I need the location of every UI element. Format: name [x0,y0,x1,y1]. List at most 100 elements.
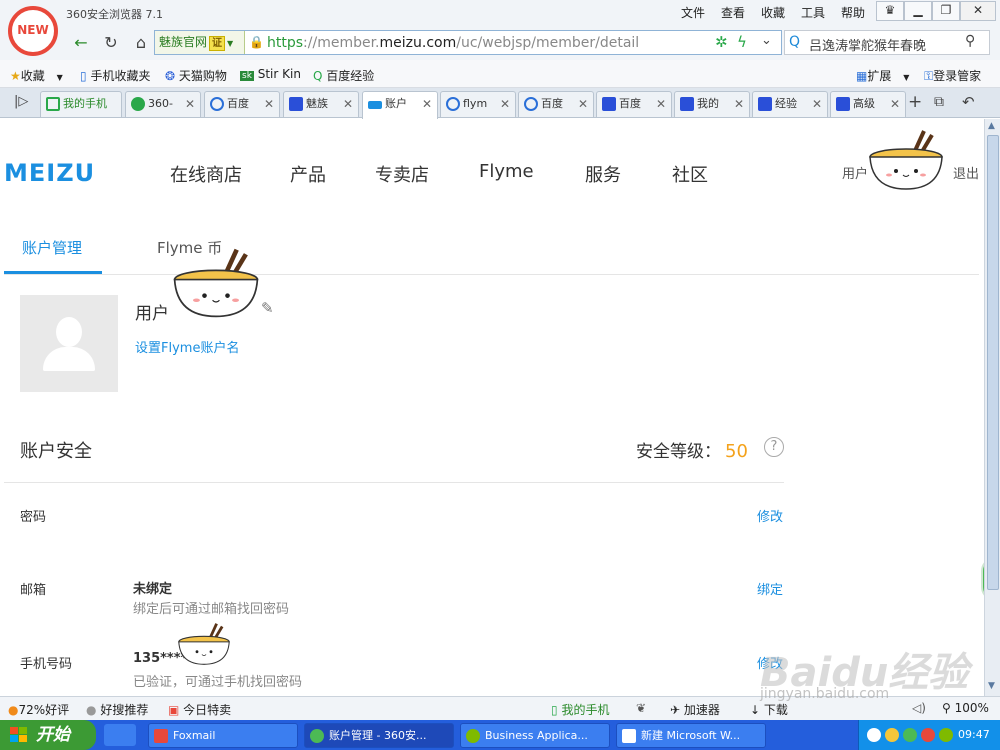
close-tab-icon[interactable]: ✕ [812,92,822,116]
menu-file[interactable]: 文件 [681,4,705,21]
refresh-icon[interactable]: ↻ [100,32,122,54]
status-my-phone[interactable]: ▯ 我的手机 [551,701,609,718]
plus-icon [131,97,145,111]
tab-my-phone[interactable]: 我的手机 [40,91,122,117]
nav-community[interactable]: 社区 [672,161,708,187]
nav-online-store[interactable]: 在线商店 [170,161,242,187]
search-input[interactable]: Q 吕逸涛掌舵猴年春晚 ⚲ [784,30,990,55]
email-bind-link[interactable]: 绑定 [757,579,783,598]
home-icon[interactable]: ⌂ [130,32,152,54]
browser-logo[interactable]: NEW [8,6,58,56]
bookmark-mobile[interactable]: ▯ 手机收藏夹 [80,67,150,84]
status-rating[interactable]: ●72%好评 [8,701,69,718]
avatar-head [56,317,82,347]
menu-tools[interactable]: 工具 [801,4,825,21]
close-tab-icon[interactable]: ✕ [500,92,510,116]
taskbar-foxmail[interactable]: Foxmail [148,723,298,748]
close-tab-icon[interactable]: ✕ [422,92,432,116]
scroll-down-icon[interactable]: ▼ [988,681,995,691]
close-tab-icon[interactable]: ✕ [734,92,744,116]
tab-jingyan[interactable]: 经验 ✕ [752,91,828,117]
close-tab-icon[interactable]: ✕ [185,92,195,116]
tab-360[interactable]: 360- ✕ [125,91,201,117]
volume-icon[interactable]: ◁) [912,701,926,715]
tab-account[interactable]: 账户 ✕ [362,91,438,119]
set-flyme-name-link[interactable]: 设置Flyme账户名 [135,337,239,356]
url-text[interactable]: https://member.meizu.com/uc/webjsp/membe… [267,35,639,51]
status-deals[interactable]: ▣ 今日特卖 [168,701,231,718]
sidebar-toggle-icon[interactable]: |▷ [14,94,28,109]
tab-mine[interactable]: 我的 ✕ [674,91,750,117]
nav-products[interactable]: 产品 [290,161,326,187]
meizu-logo[interactable]: MEIZU [4,159,95,187]
tab-advanced[interactable]: 高级 ✕ [830,91,906,117]
vertical-scrollbar[interactable]: ▲ ▼ [984,119,1000,696]
menu-help[interactable]: 帮助 [841,4,865,21]
taskbar-business-app[interactable]: Business Applica... [460,723,610,748]
tab-list-icon[interactable]: ⧉ [934,94,944,110]
back-icon[interactable]: ← [70,32,92,54]
close-tab-icon[interactable]: ✕ [890,92,900,116]
tray-icon[interactable] [921,728,935,742]
status-accelerator[interactable]: ✈ 加速器 [670,701,720,718]
close-tab-icon[interactable]: ✕ [656,92,666,116]
scrollbar-thumb[interactable] [987,135,999,590]
leaf-icon[interactable]: ❦ [636,701,646,715]
avatar[interactable] [20,295,118,392]
nav-stores[interactable]: 专卖店 [375,161,429,187]
status-recommend[interactable]: ● 好搜推荐 [86,701,148,718]
nav-service[interactable]: 服务 [585,161,621,187]
close-tab-icon[interactable]: ✕ [343,92,353,116]
paw-icon: ❂ [165,69,176,83]
menu-favorites[interactable]: 收藏 [761,4,785,21]
quick-launch-icon[interactable] [104,724,136,746]
extensions-button[interactable]: ▦扩展 ▼ [856,67,909,84]
login-manager-button[interactable]: ⚿登录管家 [924,67,981,84]
bookmark-tmall[interactable]: ❂ 天猫购物 [165,67,227,84]
bookmark-label: 天猫购物 [178,69,227,83]
tab-baidu-1[interactable]: 百度 ✕ [204,91,280,117]
search-icon[interactable]: ⚲ [965,33,975,49]
minimize-button[interactable]: ▁ [904,1,932,21]
tab-meizu[interactable]: 魅族 ✕ [283,91,359,117]
taskbar-browser[interactable]: 账户管理 - 360安... [304,723,454,748]
tray-icon[interactable] [939,728,953,742]
scroll-up-icon[interactable]: ▲ [988,121,995,131]
close-tab-icon[interactable]: ✕ [264,92,274,116]
lightning-icon[interactable]: ϟ [737,33,747,51]
tray-icon[interactable] [885,728,899,742]
loading-icon[interactable]: ✲ [715,33,728,51]
close-tab-icon[interactable]: ✕ [578,92,588,116]
address-bar[interactable]: 魅族官网证 ▼ 🔒 https://member.meizu.com/uc/web… [154,30,782,55]
site-identity-badge[interactable]: 魅族官网证 ▼ [155,31,245,54]
search-engine-icon[interactable]: Q [789,34,800,50]
tab-baidu-2[interactable]: 百度 ✕ [518,91,594,117]
password-modify-link[interactable]: 修改 [757,506,783,525]
tray-arrow-icon[interactable] [867,728,881,742]
tab-baidu-3[interactable]: 百度 ✕ [596,91,672,117]
menu-view[interactable]: 查看 [721,4,745,21]
edit-pencil-icon[interactable]: ✎ [261,299,274,317]
bookmark-favorites[interactable]: ★收藏 ▼ [10,67,63,84]
help-icon[interactable]: ? [764,437,784,457]
login-manager-label: 登录管家 [933,69,982,83]
zoom-level[interactable]: ⚲ 100% [942,701,989,715]
undo-close-icon[interactable]: ↶ [962,93,975,111]
bookmark-stirkin[interactable]: sk Stir Kin [240,67,301,81]
restore-button[interactable]: ❐ [932,1,960,21]
tray-icon[interactable] [903,728,917,742]
bookmark-baidu-jingyan[interactable]: Q 百度经验 [313,67,374,84]
taskbar-word[interactable]: 新建 Microsoft W... [616,723,766,748]
close-button[interactable]: ✕ [960,1,996,21]
skin-icon[interactable]: ♛ [876,1,904,21]
tab-account-management[interactable]: 账户管理 [22,237,82,258]
bookmarks-bar: ★收藏 ▼ ▯ 手机收藏夹 ❂ 天猫购物 sk Stir Kin Q 百度经验 … [0,60,1000,88]
status-download[interactable]: ↓ 下载 [750,701,788,718]
clock[interactable]: 09:47 [958,728,990,741]
user-link[interactable]: 用户 [842,163,868,182]
nav-flyme[interactable]: Flyme [479,161,534,182]
logout-link[interactable]: 退出 [953,163,979,182]
tab-flyme[interactable]: flym ✕ [440,91,516,117]
new-tab-icon[interactable]: + [908,92,922,112]
chevron-down-icon[interactable]: ⌄ [761,33,772,48]
